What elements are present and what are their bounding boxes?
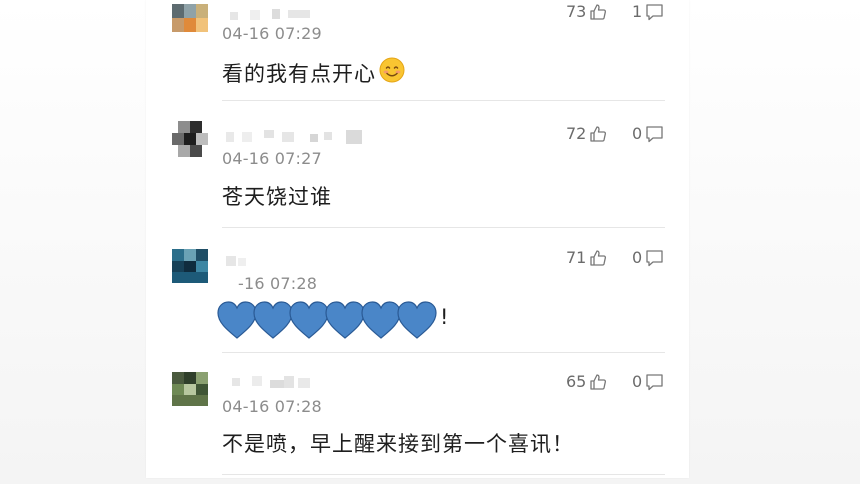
like-count: 71 [566, 248, 587, 267]
thumbs-up-icon [589, 125, 607, 143]
speech-bubble-icon [645, 3, 664, 21]
comment-time: 04-16 07:29 [222, 24, 322, 43]
reply-button[interactable]: 0 [632, 372, 664, 391]
comment-text: ! [440, 305, 450, 329]
comment-text: 苍天饶过谁 [222, 185, 332, 209]
reply-count: 0 [632, 248, 643, 267]
comment-list: 04-16 07:29 73 1 看的我有点开心 04-16 07:27 72 … [146, 0, 689, 478]
thumbs-up-icon [589, 373, 607, 391]
like-count: 65 [566, 372, 587, 391]
speech-bubble-icon [645, 125, 664, 143]
comment-text: 不是喷，早上醒来接到第一个喜讯！ [222, 432, 574, 456]
smiling-face-icon [378, 56, 406, 89]
like-count: 73 [566, 2, 587, 21]
reply-count: 0 [632, 372, 643, 391]
thumbs-up-icon [589, 249, 607, 267]
like-button[interactable]: 73 [566, 2, 607, 21]
blue-heart-icon [397, 301, 437, 339]
speech-bubble-icon [645, 373, 664, 391]
reply-button[interactable]: 0 [632, 124, 664, 143]
like-button[interactable]: 71 [566, 248, 607, 267]
reply-button[interactable]: 0 [632, 248, 664, 267]
avatar[interactable] [172, 121, 208, 157]
thumbs-up-icon [589, 3, 607, 21]
avatar[interactable] [172, 372, 208, 406]
avatar[interactable] [172, 4, 208, 32]
like-button[interactable]: 72 [566, 124, 607, 143]
reply-count: 0 [632, 124, 643, 143]
comment-text: 看的我有点开心 [222, 56, 406, 89]
comment-time: 04-16 07:27 [222, 149, 322, 168]
reply-count: 1 [632, 2, 643, 21]
divider [222, 227, 665, 228]
divider [222, 474, 665, 475]
heart-overlay [216, 300, 437, 340]
like-count: 72 [566, 124, 587, 143]
comment-time: -16 07:28 [238, 274, 318, 293]
reply-button[interactable]: 1 [632, 2, 664, 21]
divider [222, 100, 665, 101]
like-button[interactable]: 65 [566, 372, 607, 391]
comment-time: 04-16 07:28 [222, 397, 322, 416]
avatar[interactable] [172, 249, 208, 283]
divider [222, 352, 665, 353]
speech-bubble-icon [645, 249, 664, 267]
